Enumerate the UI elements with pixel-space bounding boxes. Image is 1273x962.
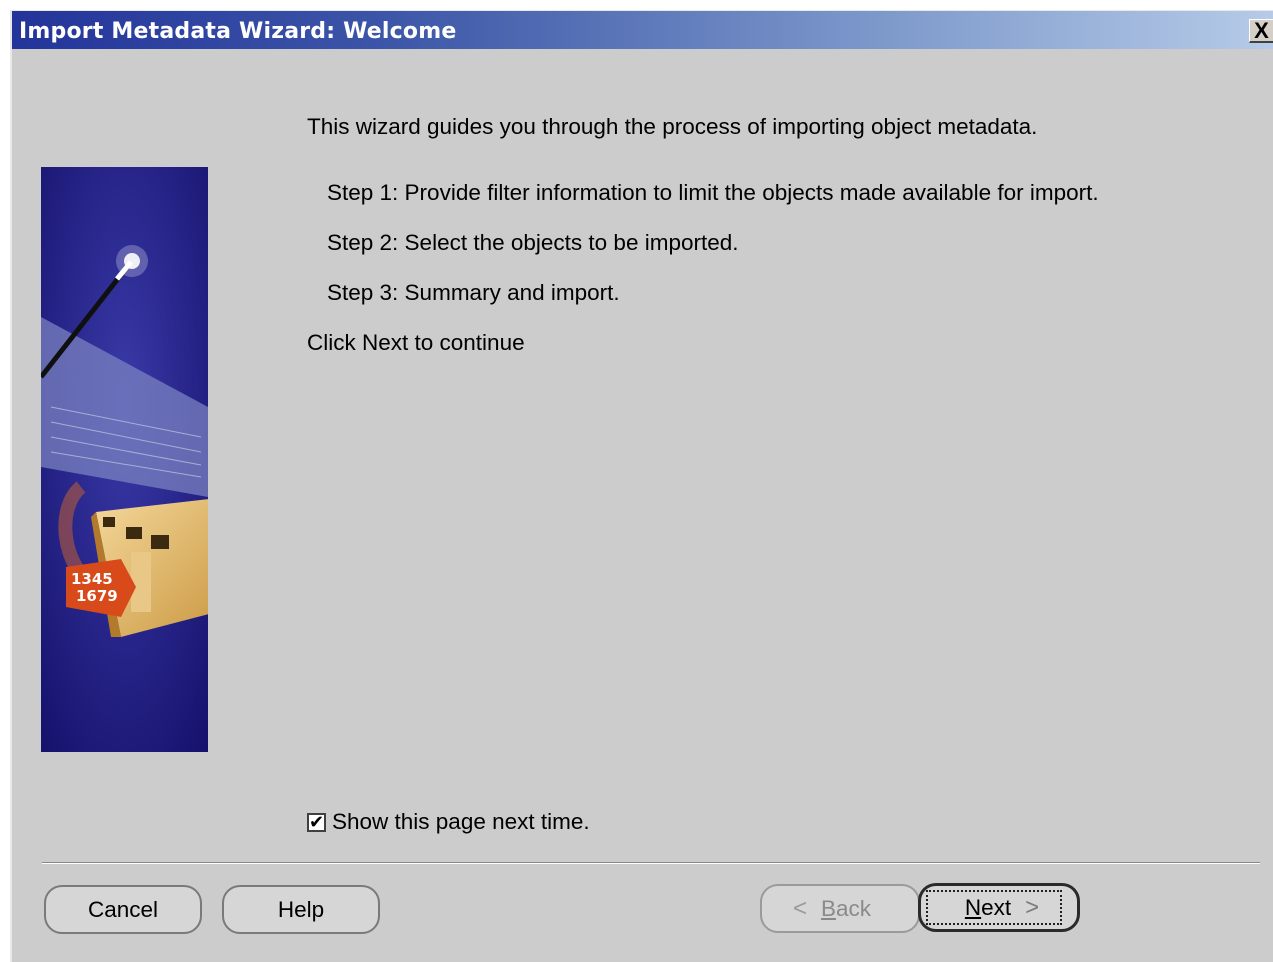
import-illustration-icon: 1345 1679: [41, 167, 208, 752]
step-2-text: Step 2: Select the objects to be importe…: [327, 230, 739, 255]
close-button[interactable]: X: [1249, 19, 1273, 43]
next-button[interactable]: Next >: [918, 883, 1080, 932]
wizard-banner-image: 1345 1679: [41, 167, 208, 752]
show-page-label: Show this page next time.: [332, 809, 590, 834]
help-button[interactable]: Help: [222, 885, 380, 934]
help-button-label: Help: [277, 896, 325, 922]
step-3-text: Step 3: Summary and import.: [327, 280, 620, 305]
show-page-checkbox[interactable]: ✔: [307, 812, 326, 832]
step-1-text: Step 1: Provide filter information to li…: [327, 180, 1099, 205]
title-bar: Import Metadata Wizard: Welcome X: [12, 11, 1273, 49]
continue-text: Click Next to continue: [307, 330, 525, 355]
next-arrow-icon: >: [1025, 893, 1040, 921]
button-separator: [42, 862, 1260, 864]
cancel-button-label: Cancel: [87, 896, 159, 922]
window-title: Import Metadata Wizard: Welcome: [19, 19, 457, 44]
show-page-option[interactable]: ✔ Show this page next time.: [307, 809, 590, 835]
intro-text: This wizard guides you through the proce…: [307, 114, 1038, 139]
wizard-dialog: Import Metadata Wizard: Welcome X 1345 1…: [10, 10, 1273, 962]
cancel-button[interactable]: Cancel: [44, 885, 202, 934]
back-arrow-icon: <: [792, 894, 807, 922]
next-button-label: Next: [964, 894, 1012, 920]
back-button-label: Back: [820, 895, 872, 921]
svg-text:1679: 1679: [76, 587, 118, 605]
close-icon: X: [1254, 17, 1269, 43]
svg-text:1345: 1345: [71, 570, 113, 588]
checkmark-icon: ✔: [308, 812, 325, 832]
back-button[interactable]: < Back: [760, 884, 920, 933]
